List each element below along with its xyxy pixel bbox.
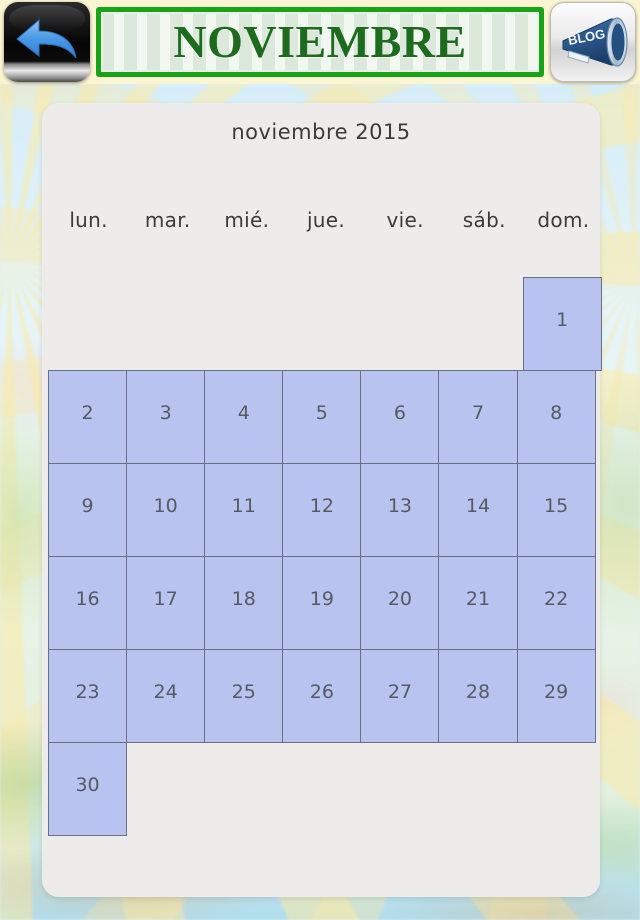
- calendar-empty-cell: [444, 277, 523, 371]
- calendar-day-cell[interactable]: 2: [48, 370, 128, 464]
- weekday-header-mie: mié.: [224, 208, 270, 232]
- calendar-week-row: 1: [49, 277, 603, 371]
- calendar-day-cell[interactable]: 22: [516, 556, 596, 650]
- calendar-day-cell[interactable]: 23: [48, 649, 128, 743]
- calendar-day-cell[interactable]: 25: [204, 649, 284, 743]
- calendar-day-cell[interactable]: 18: [204, 556, 284, 650]
- calendar-day-cell[interactable]: 20: [360, 556, 440, 650]
- calendar-day-cell[interactable]: 13: [360, 463, 440, 557]
- calendar-empty-cell: [206, 743, 285, 837]
- calendar-day-cell[interactable]: 12: [282, 463, 362, 557]
- calendar-panel: noviembre 2015 lun. mar. mié. jue. vie. …: [42, 103, 603, 897]
- calendar-week-row: 16 17 18 19 20 21 22: [48, 556, 603, 650]
- calendar-empty-cell: [523, 743, 602, 837]
- calendar-day-cell[interactable]: 1: [522, 277, 602, 371]
- calendar-day-cell[interactable]: 10: [126, 463, 206, 557]
- calendar-empty-cell: [365, 277, 444, 371]
- calendar-day-cell[interactable]: 9: [48, 463, 128, 557]
- weekday-header-vie: vie.: [386, 208, 424, 232]
- calendar-day-cell[interactable]: 4: [204, 370, 284, 464]
- calendar-day-cell[interactable]: 14: [438, 463, 518, 557]
- calendar-empty-cell: [128, 277, 207, 371]
- month-banner-label: NOVIEMBRE: [173, 16, 467, 67]
- calendar-week-row: 23 24 25 26 27 28 29: [48, 649, 603, 743]
- calendar-day-cell[interactable]: 17: [126, 556, 206, 650]
- calendar-day-cell[interactable]: 21: [438, 556, 518, 650]
- calendar-day-cell[interactable]: 3: [126, 370, 206, 464]
- weekday-header-mar: mar.: [144, 208, 191, 232]
- calendar-day-cell[interactable]: 28: [438, 649, 518, 743]
- calendar-week-row: 30: [48, 742, 603, 837]
- calendar-day-cell[interactable]: 19: [282, 556, 362, 650]
- top-toolbar: NOVIEMBRE BLOG: [0, 0, 640, 84]
- weekday-header-row: lun. mar. mié. jue. vie. sáb. dom.: [49, 208, 603, 232]
- calendar-empty-cell: [443, 743, 522, 837]
- calendar-empty-cell: [286, 277, 365, 371]
- calendar-empty-cell: [364, 743, 443, 837]
- weekday-header-sab: sáb.: [462, 208, 506, 232]
- calendar-week-row: 2345678: [48, 370, 603, 464]
- calendar-empty-cell: [285, 743, 364, 837]
- back-button[interactable]: [4, 2, 90, 82]
- page-title: noviembre 2015: [231, 120, 411, 144]
- calendar-empty-cell: [207, 277, 286, 371]
- calendar-empty-cell: [49, 277, 128, 371]
- calendar-day-cell[interactable]: 26: [282, 649, 362, 743]
- calendar-day-cell[interactable]: 27: [360, 649, 440, 743]
- calendar-day-cell[interactable]: 5: [282, 370, 362, 464]
- calendar-day-cell[interactable]: 11: [204, 463, 284, 557]
- calendar-empty-cell: [127, 743, 206, 837]
- calendar-day-cell[interactable]: 30: [48, 742, 128, 836]
- calendar-day-cell[interactable]: 7: [438, 370, 518, 464]
- weekday-header-dom: dom.: [537, 208, 590, 232]
- calendar-day-cell[interactable]: 8: [516, 370, 596, 464]
- calendar-day-cell[interactable]: 15: [516, 463, 596, 557]
- calendar-week-row: 9 10 11 12 13 14 15: [48, 463, 603, 557]
- month-banner: NOVIEMBRE: [96, 7, 544, 77]
- blog-button[interactable]: BLOG: [550, 2, 636, 82]
- calendar-day-cell[interactable]: 16: [48, 556, 128, 650]
- weekday-header-jue: jue.: [306, 208, 346, 232]
- calendar-day-cell[interactable]: 24: [126, 649, 206, 743]
- calendar-day-cell[interactable]: 29: [516, 649, 596, 743]
- weekday-header-lun: lun.: [69, 208, 108, 232]
- calendar-grid: 1 2 3 4 5 6 7 8 9 10 11 12 13 14 15 16 17 18 19 20 21 22 23 24 2…: [48, 277, 603, 837]
- calendar-day-cell[interactable]: 6: [360, 370, 440, 464]
